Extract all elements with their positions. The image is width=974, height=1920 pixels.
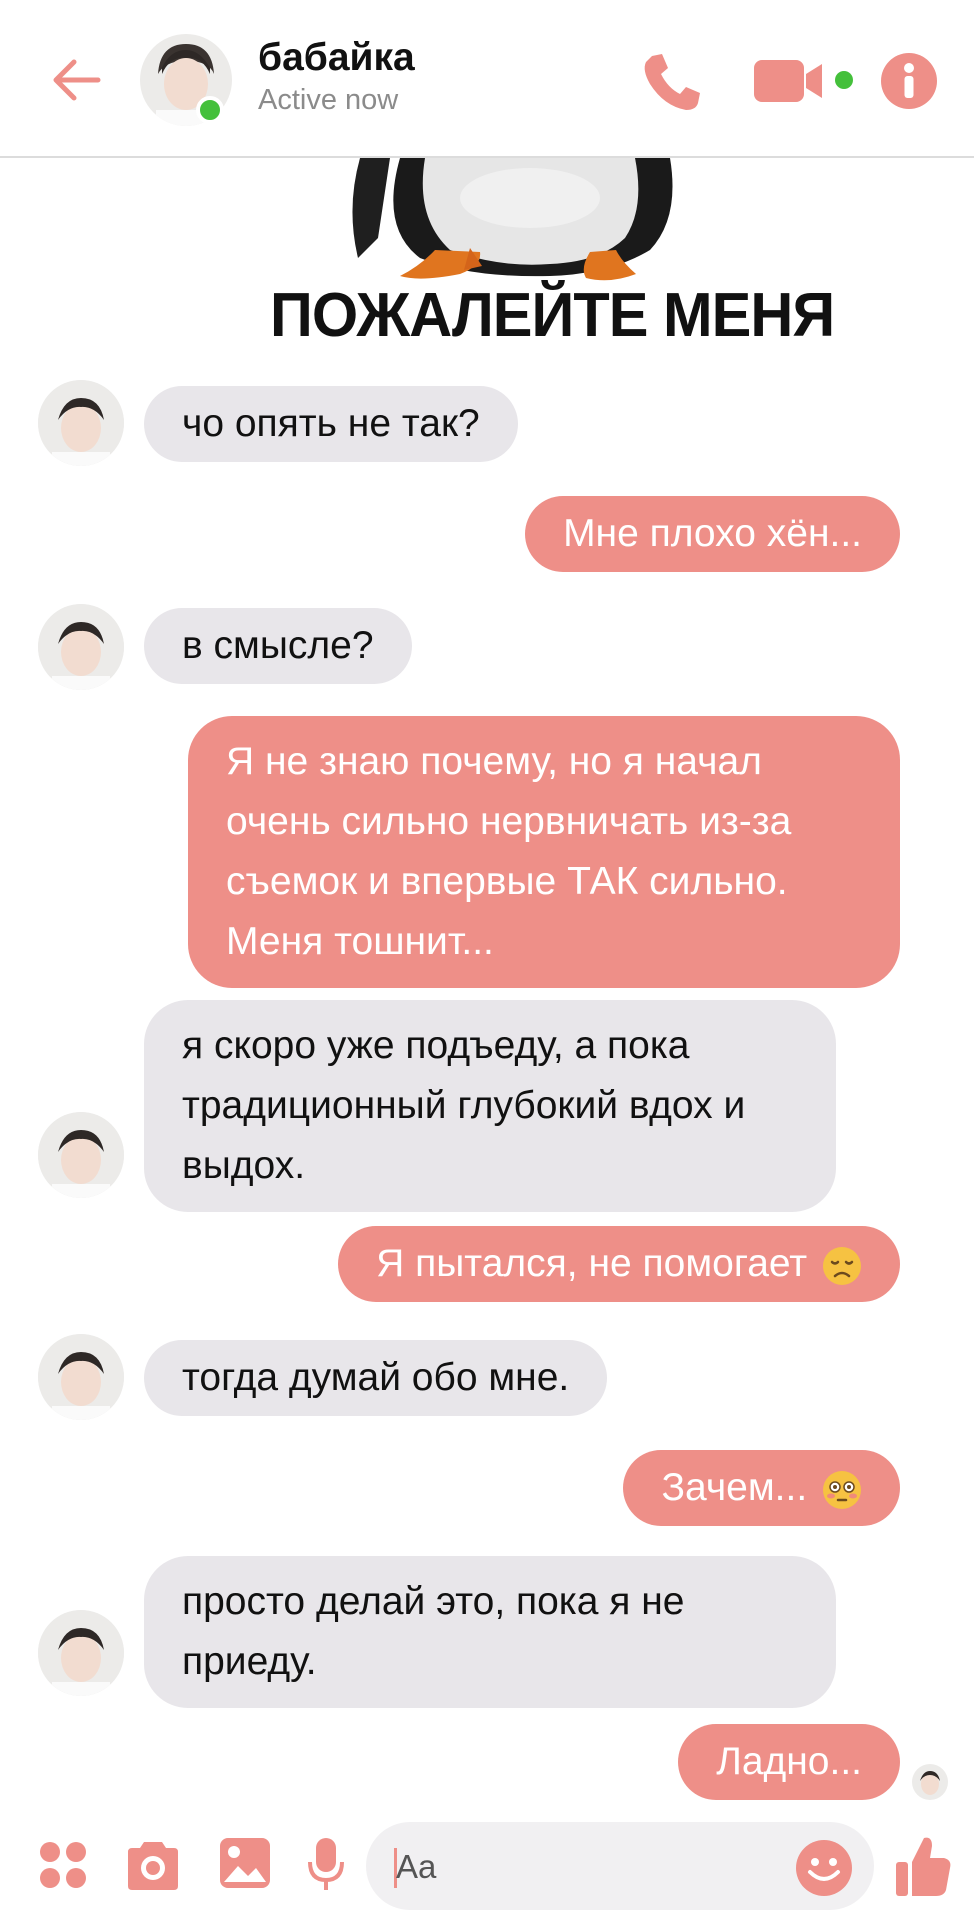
chat-header: бабайка Active now xyxy=(0,0,974,158)
contact-name[interactable]: бабайка xyxy=(258,36,415,80)
message-bubble-incoming[interactable]: тогда думай обо мне. xyxy=(144,1340,608,1416)
message-bubble-incoming[interactable]: я скоро уже подъеду, а пока традиционный… xyxy=(144,1000,836,1212)
apps-icon[interactable] xyxy=(38,1840,88,1890)
camera-icon[interactable] xyxy=(124,1838,182,1892)
message-bubble-outgoing[interactable]: Ладно... xyxy=(678,1724,900,1800)
gallery-icon[interactable] xyxy=(218,1836,272,1890)
message-bubble-outgoing[interactable]: Зачем... xyxy=(623,1450,900,1526)
avatar[interactable] xyxy=(38,1112,124,1198)
message-text: Зачем... xyxy=(661,1466,808,1509)
emoji-icon[interactable] xyxy=(794,1838,854,1898)
message-bubble-incoming[interactable]: просто делай это, пока я не приеду. xyxy=(144,1556,836,1708)
message-bubble-outgoing[interactable]: Мне плохо хён... xyxy=(525,496,900,572)
avatar[interactable] xyxy=(38,380,124,466)
flushed-face-icon xyxy=(823,1470,861,1509)
back-arrow-icon[interactable] xyxy=(48,50,108,110)
message-bubble-outgoing[interactable]: Я не знаю почему, но я начал очень сильн… xyxy=(188,716,900,988)
contact-status: Active now xyxy=(258,84,399,116)
seen-indicator-avatar xyxy=(912,1764,948,1800)
phone-icon[interactable] xyxy=(638,48,706,116)
info-icon[interactable] xyxy=(880,52,938,110)
message-bubble-incoming[interactable]: чо опять не так? xyxy=(144,386,518,462)
message-input-placeholder: Aa xyxy=(396,1848,437,1885)
online-indicator xyxy=(196,96,224,124)
avatar[interactable] xyxy=(38,1334,124,1420)
microphone-icon[interactable] xyxy=(306,1836,346,1894)
video-camera-icon[interactable] xyxy=(752,56,862,106)
sticker-caption: ПОЖАЛЕЙТЕ МЕНЯ xyxy=(270,281,835,350)
thumbs-up-icon[interactable] xyxy=(894,1834,952,1898)
disappointed-face-icon xyxy=(823,1246,861,1285)
message-bubble-outgoing[interactable]: Я пытался, не помогает xyxy=(338,1226,900,1302)
message-bubble-incoming[interactable]: в смысле? xyxy=(144,608,412,684)
message-text: Я пытался, не помогает xyxy=(376,1242,808,1285)
avatar[interactable] xyxy=(38,604,124,690)
avatar[interactable] xyxy=(38,1610,124,1696)
